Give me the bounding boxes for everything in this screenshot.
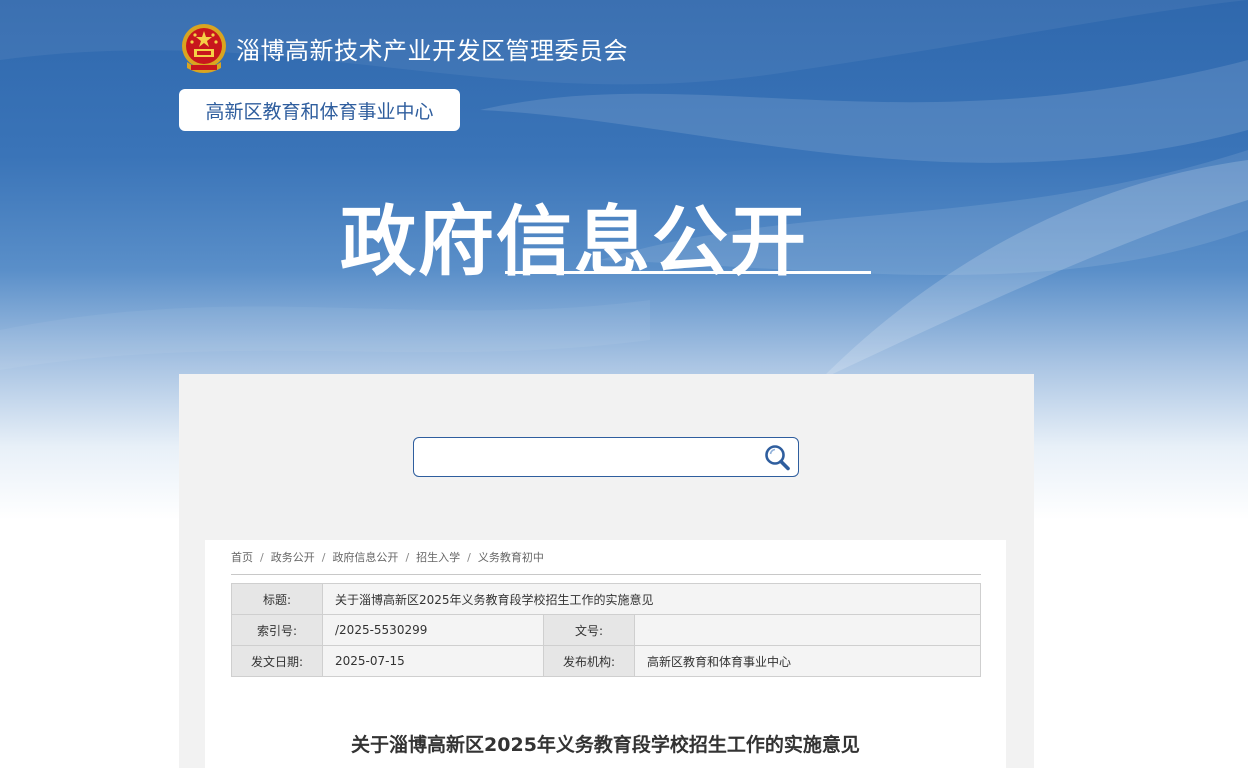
breadcrumb-separator: /	[321, 550, 326, 564]
meta-docno-value	[634, 614, 981, 646]
meta-org-value: 高新区教育和体育事业中心	[634, 645, 981, 677]
meta-title-label: 标题:	[231, 583, 323, 615]
meta-date-value: 2025-07-15	[322, 645, 544, 677]
meta-row-index: 索引号: /2025-5530299 文号:	[231, 614, 981, 646]
title-underline	[505, 271, 871, 274]
meta-date-label: 发文日期:	[231, 645, 323, 677]
breadcrumb-item-compulsory-junior[interactable]: 义务教育初中	[478, 549, 544, 565]
breadcrumb: 首页 / 政务公开 / 政府信息公开 / 招生入学 / 义务教育初中	[231, 549, 981, 565]
meta-index-value: /2025-5530299	[322, 614, 544, 646]
search-box	[413, 437, 799, 477]
breadcrumb-item-gov-affairs[interactable]: 政务公开	[271, 549, 315, 565]
meta-docno-label: 文号:	[543, 614, 635, 646]
breadcrumb-item-enrollment[interactable]: 招生入学	[416, 549, 460, 565]
document-meta-table: 标题: 关于淄博高新区2025年义务教育段学校招生工作的实施意见 索引号: /2…	[231, 583, 981, 677]
site-name: 淄博高新技术产业开发区管理委员会	[236, 37, 628, 65]
breadcrumb-separator: /	[405, 550, 410, 564]
meta-row-date: 发文日期: 2025-07-15 发布机构: 高新区教育和体育事业中心	[231, 645, 981, 677]
document-title: 关于淄博高新区2025年义务教育段学校招生工作的实施意见	[351, 734, 860, 756]
breadcrumb-divider	[231, 574, 981, 575]
meta-index-label: 索引号:	[231, 614, 323, 646]
breadcrumb-item-info-disclosure[interactable]: 政府信息公开	[332, 549, 398, 565]
breadcrumb-item-home[interactable]: 首页	[231, 549, 253, 565]
magnifier-icon	[765, 445, 790, 471]
meta-row-title: 标题: 关于淄博高新区2025年义务教育段学校招生工作的实施意见	[231, 583, 981, 615]
search-button[interactable]	[762, 442, 794, 472]
breadcrumb-separator: /	[260, 550, 264, 564]
search-input[interactable]	[424, 444, 758, 472]
department-link[interactable]: 高新区教育和体育事业中心	[179, 89, 460, 131]
breadcrumb-separator: /	[467, 550, 471, 564]
national-emblem-icon	[179, 22, 229, 74]
meta-title-value: 关于淄博高新区2025年义务教育段学校招生工作的实施意见	[322, 583, 981, 615]
meta-org-label: 发布机构:	[543, 645, 635, 677]
